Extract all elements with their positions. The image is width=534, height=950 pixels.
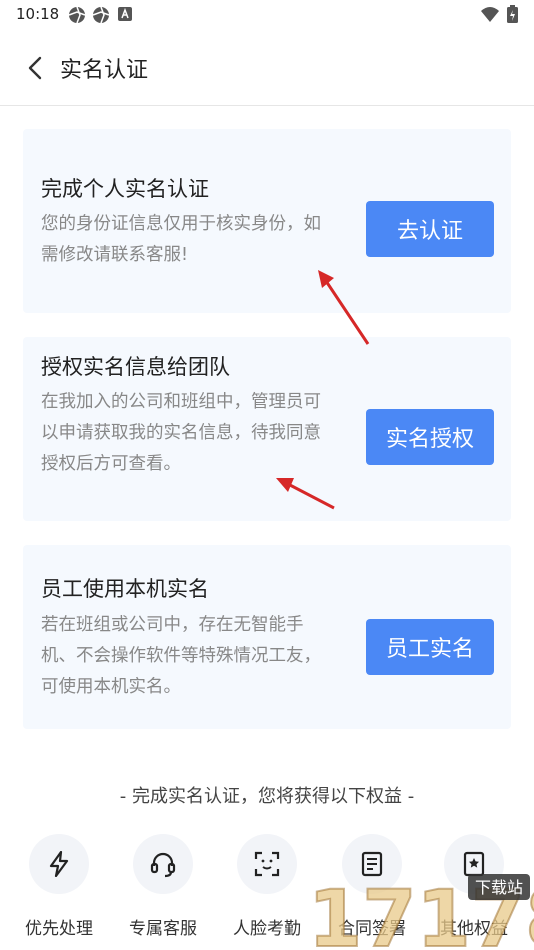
- aperture-icon: [68, 6, 86, 24]
- aperture-icon: [92, 6, 110, 24]
- employee-verify-button[interactable]: 员工实名: [366, 619, 494, 675]
- card-employee-verification: 员工使用本机实名 若在班组或公司中，存在无智能手机、不会操作软件等特殊情况工友，…: [23, 545, 511, 729]
- svg-text:下载站: 下载站: [475, 878, 523, 897]
- benefits-title: - 完成实名认证，您将获得以下权益 -: [119, 786, 415, 807]
- benefit-icon-circle: [133, 834, 193, 894]
- benefit-icon-circle: [29, 834, 89, 894]
- lightning-icon: [49, 851, 69, 877]
- card-description: 您的身份证信息仅用于核实身份，如需修改请联系客服!: [41, 214, 321, 265]
- status-bar: 10:18: [0, 0, 534, 30]
- headset-icon: [150, 852, 176, 878]
- card-personal-verification: 完成个人实名认证 您的身份证信息仅用于核实身份，如需修改请联系客服! 去认证: [23, 129, 511, 313]
- page-title: 实名认证: [60, 58, 149, 83]
- wifi-icon: [481, 7, 499, 22]
- card-authorize-team: 授权实名信息给团队 在我加入的公司和班组中，管理员可以申请获取我的实名信息，待我…: [23, 337, 511, 521]
- card-title: 完成个人实名认证: [41, 177, 209, 201]
- a-box-icon: [118, 7, 132, 21]
- benefit-label: 优先处理: [25, 919, 93, 939]
- face-scan-icon: [254, 851, 280, 877]
- benefit-label: 专属客服: [129, 919, 197, 939]
- app-bar: 实名认证: [0, 30, 534, 106]
- card-description: 在我加入的公司和班组中，管理员可以申请获取我的实名信息，待我同意授权后方可查看。: [41, 392, 321, 474]
- card-title: 员工使用本机实名: [41, 577, 209, 601]
- site-watermark-logo: 17178 下载站: [307, 874, 534, 950]
- status-time: 10:18: [16, 5, 60, 23]
- card-description: 若在班组或公司中，存在无智能手机、不会操作软件等特殊情况工友，可使用本机实名。: [41, 615, 321, 697]
- authorize-button[interactable]: 实名授权: [366, 409, 494, 465]
- chevron-left-icon[interactable]: [24, 54, 48, 82]
- benefit-icon-circle: [237, 834, 297, 894]
- card-title: 授权实名信息给团队: [41, 355, 230, 379]
- battery-icon: [507, 5, 518, 23]
- verify-button[interactable]: 去认证: [366, 201, 494, 257]
